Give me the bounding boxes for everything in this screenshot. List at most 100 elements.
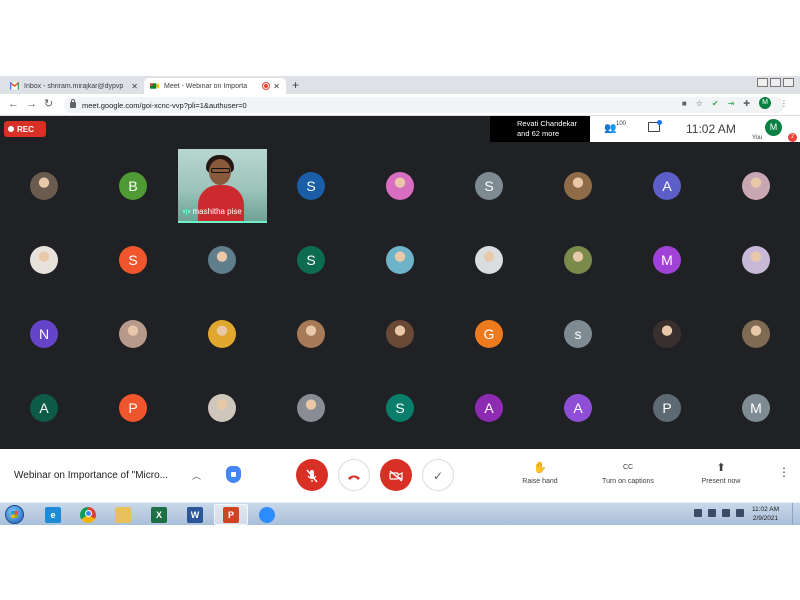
participant-initial-avatar[interactable]: S bbox=[297, 172, 325, 200]
camera-permission-icon[interactable]: ■ bbox=[682, 99, 687, 108]
participant-initial-avatar[interactable]: S bbox=[475, 172, 503, 200]
extensions-puzzle-icon[interactable]: ✚ bbox=[743, 99, 750, 108]
tab-gmail-inbox[interactable]: Inbox - shriram.mirajkar@dypvp ✕ bbox=[4, 78, 144, 94]
windows-taskbar: e X W P 11:02 AM 2/9/2021 bbox=[0, 502, 800, 525]
host-controls-shield-icon[interactable] bbox=[226, 466, 241, 483]
present-now-button[interactable]: ⬆ Present now bbox=[694, 461, 748, 485]
participant-photo-avatar[interactable] bbox=[208, 246, 236, 274]
self-avatar[interactable]: M bbox=[765, 119, 782, 136]
participant-photo-avatar[interactable] bbox=[119, 320, 147, 348]
taskbar-date: 2/9/2021 bbox=[752, 515, 779, 522]
participant-photo-avatar[interactable] bbox=[742, 246, 770, 274]
participant-initial-avatar[interactable]: S bbox=[119, 246, 147, 274]
participant-initial-avatar[interactable]: A bbox=[475, 394, 503, 422]
captions-label: Turn on captions bbox=[602, 478, 654, 485]
participant-initial-avatar[interactable]: A bbox=[653, 172, 681, 200]
participant-initial-avatar[interactable]: M bbox=[742, 394, 770, 422]
profile-avatar[interactable]: M bbox=[759, 97, 771, 109]
participant-initial-avatar[interactable]: s bbox=[564, 320, 592, 348]
volume-icon[interactable] bbox=[722, 509, 730, 517]
taskbar-app-chrome[interactable] bbox=[71, 504, 105, 525]
taskbar-app-powerpoint[interactable]: P bbox=[214, 504, 248, 525]
captions-button[interactable]: CC Turn on captions bbox=[594, 461, 662, 485]
hang-up-icon bbox=[348, 475, 360, 480]
excel-icon: X bbox=[151, 506, 167, 523]
chevron-up-icon[interactable]: ︿ bbox=[192, 469, 201, 482]
participant-photo-avatar[interactable] bbox=[30, 246, 58, 274]
participant-initial-avatar[interactable]: A bbox=[30, 394, 58, 422]
active-speaker-label: Revati Chandekar and 62 more bbox=[490, 116, 590, 142]
microphone-toggle-button[interactable] bbox=[296, 459, 328, 491]
participant-photo-avatar[interactable] bbox=[386, 246, 414, 274]
attendance-check-button[interactable]: ✓ bbox=[422, 459, 454, 491]
raise-hand-button[interactable]: ✋ Raise hand bbox=[517, 461, 563, 485]
taskbar-time: 11:02 AM bbox=[752, 506, 779, 513]
show-desktop-button[interactable] bbox=[792, 503, 800, 525]
participant-photo-avatar[interactable] bbox=[30, 172, 58, 200]
participant-initial-avatar[interactable]: B bbox=[119, 172, 147, 200]
participant-initial-avatar[interactable]: P bbox=[653, 394, 681, 422]
close-tab-icon[interactable]: ✕ bbox=[273, 82, 280, 91]
participant-photo-avatar[interactable] bbox=[208, 394, 236, 422]
back-arrow-icon[interactable]: ← bbox=[8, 98, 19, 111]
minimize-window-button[interactable] bbox=[757, 78, 768, 87]
maximize-window-button[interactable] bbox=[770, 78, 781, 87]
taskbar-app-word[interactable]: W bbox=[178, 504, 212, 525]
participant-initial-avatar[interactable]: P bbox=[119, 394, 147, 422]
taskbar-app-file-explorer[interactable] bbox=[106, 504, 140, 525]
browser-menu-icon[interactable]: ⋮ bbox=[780, 99, 788, 108]
participant-photo-avatar[interactable] bbox=[208, 320, 236, 348]
participant-video-tile[interactable]: mashitha pise bbox=[178, 149, 267, 223]
reload-icon[interactable]: ↻ bbox=[44, 98, 53, 111]
participant-photo-avatar[interactable] bbox=[564, 172, 592, 200]
new-tab-button[interactable]: + bbox=[292, 78, 299, 92]
network-icon[interactable] bbox=[708, 509, 716, 517]
meeting-title[interactable]: Webinar on Importance of "Micro... bbox=[14, 470, 168, 481]
participant-initial-avatar[interactable]: S bbox=[297, 246, 325, 274]
participant-initial-avatar[interactable]: M bbox=[653, 246, 681, 274]
taskbar-app-zoom[interactable] bbox=[250, 504, 284, 525]
start-button[interactable] bbox=[5, 505, 24, 524]
tab-meet-webinar[interactable]: Meet - Webinar on Importa ✕ bbox=[144, 78, 286, 94]
participant-photo-avatar[interactable] bbox=[564, 246, 592, 274]
bookmark-star-icon[interactable]: ☆ bbox=[696, 99, 703, 108]
people-icon[interactable]: 👥 bbox=[604, 123, 616, 134]
participant-photo-avatar[interactable] bbox=[386, 320, 414, 348]
powerpoint-icon: P bbox=[223, 506, 239, 523]
camera-toggle-button[interactable] bbox=[380, 459, 412, 491]
participant-photo-avatar[interactable] bbox=[475, 246, 503, 274]
taskbar-app-internet-explorer[interactable]: e bbox=[36, 504, 70, 525]
extension-arrow-icon[interactable]: ⇥ bbox=[728, 99, 735, 108]
address-bar[interactable]: meet.google.com/goi-xcnc-vvp?pli=1&authu… bbox=[64, 97, 784, 113]
participant-photo-avatar[interactable] bbox=[386, 172, 414, 200]
checkmark-icon: ✓ bbox=[432, 469, 444, 483]
chrome-center-icon bbox=[84, 509, 92, 517]
leave-call-button[interactable] bbox=[338, 459, 370, 491]
extension-check-icon[interactable]: ✔ bbox=[712, 99, 719, 108]
forward-arrow-icon[interactable]: → bbox=[26, 98, 37, 111]
action-center-icon[interactable] bbox=[736, 509, 744, 517]
present-screen-icon: ⬆ bbox=[716, 462, 726, 474]
audio-level-icon bbox=[183, 208, 190, 215]
tray-arrow-icon[interactable] bbox=[694, 509, 702, 517]
participant-initial-avatar[interactable]: N bbox=[30, 320, 58, 348]
participant-initial-avatar[interactable]: S bbox=[386, 394, 414, 422]
participant-photo-avatar[interactable] bbox=[653, 320, 681, 348]
participant-photo-avatar[interactable] bbox=[742, 172, 770, 200]
participant-initial-avatar[interactable]: G bbox=[475, 320, 503, 348]
video-person-body bbox=[198, 185, 244, 221]
gmail-icon bbox=[10, 82, 19, 90]
recording-badge: REC bbox=[4, 121, 46, 137]
participant-initial-avatar[interactable]: A bbox=[564, 394, 592, 422]
participant-photo-avatar[interactable] bbox=[742, 320, 770, 348]
present-now-label: Present now bbox=[701, 478, 741, 485]
meet-icon bbox=[150, 83, 159, 89]
taskbar-app-excel[interactable]: X bbox=[142, 504, 176, 525]
close-window-button[interactable] bbox=[783, 78, 794, 87]
participant-photo-avatar[interactable] bbox=[297, 394, 325, 422]
participant-photo-avatar[interactable] bbox=[297, 320, 325, 348]
close-tab-icon[interactable]: ✕ bbox=[131, 82, 138, 91]
taskbar-clock[interactable]: 11:02 AM 2/9/2021 bbox=[752, 505, 779, 523]
meeting-clock: 11:02 AM bbox=[686, 122, 736, 136]
more-options-icon[interactable]: ⋮ bbox=[778, 466, 790, 478]
